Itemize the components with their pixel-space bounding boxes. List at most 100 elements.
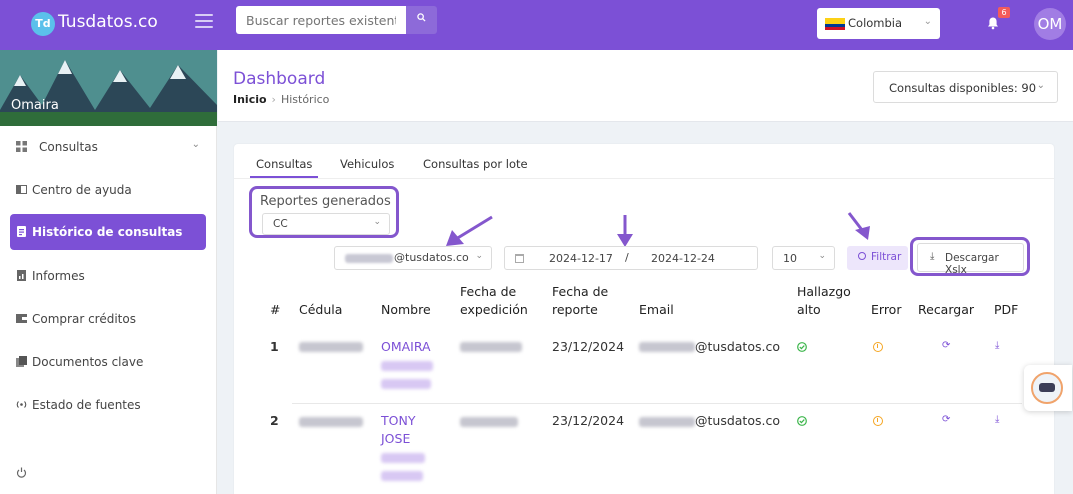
logo-text[interactable]: Tusdatos.co bbox=[58, 12, 158, 32]
row-name[interactable]: JOSE bbox=[381, 430, 410, 448]
credits-label: Consultas disponibles: 90 bbox=[889, 81, 1037, 95]
redacted-email bbox=[639, 417, 695, 427]
redacted-name bbox=[381, 471, 423, 481]
date-separator: / bbox=[625, 251, 629, 264]
reports-label: Reportes generados bbox=[260, 194, 391, 209]
column-header-num: # bbox=[270, 302, 281, 317]
row-name[interactable]: TONY bbox=[381, 412, 415, 430]
row-name[interactable]: OMAIRA bbox=[381, 338, 431, 356]
row-report-date: 23/12/2024 bbox=[552, 339, 625, 354]
download-icon[interactable]: ⤓ bbox=[995, 340, 999, 351]
top-bar: Td Tusdatos.co Colombia ⌄ 6 OM bbox=[0, 0, 1073, 50]
redacted-email bbox=[639, 342, 695, 352]
redacted-cedula bbox=[299, 417, 363, 427]
reload-icon[interactable]: ⟳ bbox=[942, 414, 950, 425]
column-header-error: Error bbox=[871, 302, 902, 317]
breadcrumb: Inicio › Histórico bbox=[233, 93, 329, 106]
header-line: alto bbox=[797, 302, 821, 317]
download-xlsx-button[interactable]: ⤓ Descargar Xslx bbox=[917, 243, 1024, 276]
redacted-text bbox=[345, 254, 393, 263]
email-filter-select[interactable]: @tusdatos.co ⌄ bbox=[334, 246, 492, 270]
date-to[interactable]: 2024-12-24 bbox=[651, 252, 715, 265]
tab-vehiculos[interactable]: Vehiculos bbox=[340, 157, 394, 178]
sidebar-item-label: Centro de ayuda bbox=[32, 183, 132, 197]
menu-toggle-icon[interactable] bbox=[195, 14, 213, 28]
country-select[interactable]: Colombia ⌄ bbox=[817, 8, 940, 39]
chevron-down-icon: ⌄ bbox=[1036, 80, 1045, 91]
header-line: reporte bbox=[552, 302, 598, 317]
notification-badge: 6 bbox=[998, 7, 1010, 18]
header-line: Fecha de bbox=[552, 284, 609, 299]
redacted-name bbox=[381, 453, 425, 463]
header-line: Fecha de bbox=[460, 284, 517, 299]
credits-dropdown[interactable]: Consultas disponibles: 90 ⌄ bbox=[873, 71, 1058, 103]
column-header-pdf: PDF bbox=[994, 302, 1019, 317]
row-email: @tusdatos.co bbox=[695, 339, 780, 354]
tab-consultas[interactable]: Consultas bbox=[250, 157, 319, 178]
column-header-cedula: Cédula bbox=[299, 302, 343, 317]
redacted-name bbox=[381, 379, 431, 389]
search-icon bbox=[417, 13, 426, 22]
support-chat-widget[interactable] bbox=[1024, 365, 1072, 411]
page-title: Dashboard bbox=[233, 69, 326, 89]
column-header-nombre: Nombre bbox=[381, 302, 431, 317]
support-avatar-icon bbox=[1031, 372, 1063, 404]
colombia-flag-icon bbox=[825, 18, 845, 30]
mountain-illustration bbox=[0, 50, 217, 126]
history-icon bbox=[17, 226, 26, 237]
date-from[interactable]: 2024-12-17 bbox=[549, 252, 613, 265]
redacted-name bbox=[381, 361, 433, 371]
wallet-icon bbox=[16, 314, 27, 323]
breadcrumb-separator-icon: › bbox=[271, 93, 276, 106]
sidebar-item-centro-de-ayuda[interactable]: Centro de ayuda bbox=[10, 172, 206, 208]
sidebar-item-documentos-clave[interactable]: Documentos clave bbox=[10, 344, 206, 380]
sidebar-item-consultas[interactable]: Consultas ⌄ bbox=[10, 129, 206, 165]
download-icon: ⤓ bbox=[930, 251, 935, 262]
power-icon[interactable] bbox=[16, 467, 27, 478]
column-header-fecha-expedicion: Fecha de expedición bbox=[460, 283, 528, 319]
date-range-picker[interactable]: 2024-12-17 / 2024-12-24 bbox=[504, 246, 758, 270]
search-button[interactable] bbox=[406, 6, 437, 34]
download-icon[interactable]: ⤓ bbox=[995, 414, 999, 425]
bell-icon[interactable] bbox=[986, 16, 1000, 30]
filter-button[interactable]: Filtrar bbox=[847, 246, 908, 270]
search-icon bbox=[858, 252, 866, 260]
profile-banner: Omaira bbox=[0, 50, 217, 126]
report-icon bbox=[17, 270, 26, 281]
sidebar: Omaira Consultas ⌄ Centro de ayuda Histó… bbox=[0, 50, 217, 494]
tab-consultas-por-lote[interactable]: Consultas por lote bbox=[423, 157, 528, 178]
column-header-hallazgo: Hallazgo alto bbox=[797, 283, 851, 319]
sidebar-item-label: Informes bbox=[32, 269, 85, 283]
reload-icon[interactable]: ⟳ bbox=[942, 340, 950, 351]
row-number: 1 bbox=[270, 339, 279, 354]
breadcrumb-home[interactable]: Inicio bbox=[233, 93, 267, 106]
signal-icon bbox=[16, 401, 27, 408]
country-label: Colombia bbox=[848, 16, 903, 30]
check-icon bbox=[797, 342, 807, 352]
chevron-down-icon: ⌄ bbox=[475, 251, 483, 261]
reports-type-select[interactable]: CC ⌄ bbox=[262, 213, 390, 235]
page-header: Dashboard Inicio › Histórico Consultas dis… bbox=[218, 50, 1073, 122]
avatar[interactable]: OM bbox=[1034, 8, 1066, 40]
calendar-icon bbox=[515, 254, 524, 263]
warning-icon bbox=[873, 342, 883, 352]
page-size-select[interactable]: 10 ⌄ bbox=[772, 246, 835, 270]
sidebar-item-estado-de-fuentes[interactable]: Estado de fuentes bbox=[10, 387, 206, 423]
email-filter-value: @tusdatos.co bbox=[394, 251, 469, 264]
sidebar-item-label: Estado de fuentes bbox=[32, 398, 141, 412]
chevron-down-icon: ⌄ bbox=[373, 217, 381, 227]
logo-mark[interactable]: Td bbox=[31, 12, 55, 36]
header-line: Hallazgo bbox=[797, 284, 851, 299]
sidebar-item-informes[interactable]: Informes bbox=[10, 258, 206, 294]
chevron-down-icon: ⌄ bbox=[191, 139, 200, 150]
header-line: expedición bbox=[460, 302, 528, 317]
check-icon bbox=[797, 416, 807, 426]
column-header-fecha-reporte: Fecha de reporte bbox=[552, 283, 608, 319]
chevron-down-icon: ⌄ bbox=[923, 16, 932, 27]
sidebar-item-historico[interactable]: Histórico de consultas bbox=[10, 214, 206, 250]
page-size-value: 10 bbox=[783, 252, 797, 265]
reports-type-value: CC bbox=[273, 218, 288, 230]
filter-button-label: Filtrar bbox=[871, 251, 902, 263]
sidebar-item-comprar-creditos[interactable]: Comprar créditos bbox=[10, 301, 206, 337]
search-input[interactable] bbox=[236, 6, 406, 34]
